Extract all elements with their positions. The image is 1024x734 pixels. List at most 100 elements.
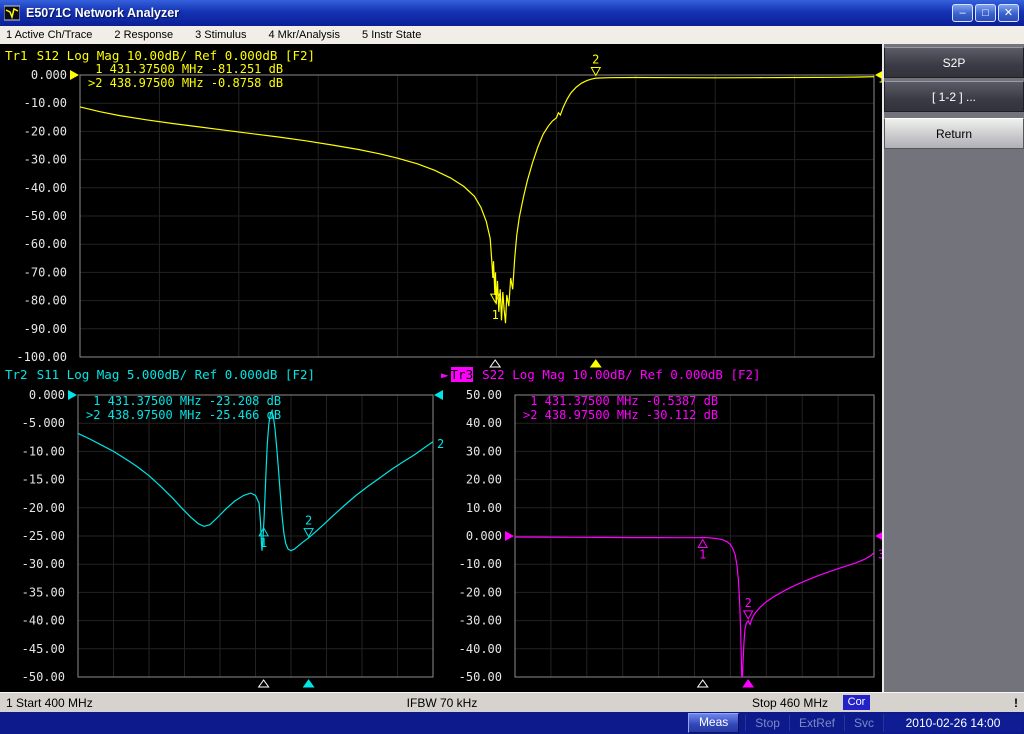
start-frequency-label: 1 Start 400 MHz: [6, 696, 93, 710]
y-tick-label: -70.00: [24, 265, 67, 279]
application-window: E5071C Network Analyzer – □ ✕ 1 Active C…: [0, 0, 1024, 734]
marker-1-number: 1: [260, 536, 267, 550]
ref-level-arrow-left: [70, 70, 79, 80]
stop-frequency-label: Stop 460 MHz: [752, 696, 828, 710]
marker-2-number: 2: [745, 596, 752, 610]
softkey-panel: S2P [ 1-2 ] ... Return: [884, 44, 1024, 692]
y-tick-label: -5.000: [22, 416, 65, 430]
instrument-taskbar: Meas Stop ExtRef Svc 2010-02-26 14:00: [0, 712, 1024, 734]
y-tick-label: -15.00: [22, 473, 65, 487]
titlebar: E5071C Network Analyzer – □ ✕: [0, 0, 1024, 26]
y-tick-label: -100.00: [16, 350, 67, 364]
marker-readout-line: >2 438.97500 MHz -25.466 dB: [86, 408, 281, 422]
extref-indicator: ExtRef: [789, 715, 844, 731]
tr3-plot[interactable]: 50.0040.0030.0020.0010.000.000-10.00-20.…: [515, 395, 874, 677]
softkey-1-2[interactable]: [ 1-2 ] ...: [884, 81, 1024, 112]
y-tick-label: -20.00: [24, 124, 67, 138]
y-tick-label: -25.00: [22, 529, 65, 543]
softkey-return[interactable]: Return: [884, 118, 1024, 149]
tr1-header: Tr1 S12 Log Mag 10.00dB/ Ref 0.000dB [F2…: [5, 48, 315, 63]
app-icon: [4, 5, 20, 21]
datetime-display: 2010-02-26 14:00: [883, 714, 1022, 732]
y-tick-label: -30.00: [22, 557, 65, 571]
marker-2-number: 2: [592, 52, 599, 66]
statusbar: 1 Start 400 MHz IFBW 70 kHz Stop 460 MHz…: [0, 692, 1024, 712]
y-tick-label: -40.00: [459, 642, 502, 656]
y-tick-label: 0.000: [466, 529, 502, 543]
window-title: E5071C Network Analyzer: [26, 6, 179, 20]
ifbw-label: IFBW 70 kHz: [407, 696, 478, 710]
marker-2-stimulus-arrow: [591, 360, 601, 367]
close-button[interactable]: ✕: [998, 4, 1019, 22]
y-tick-label: 0.000: [31, 68, 67, 82]
stop-indicator: Stop: [745, 715, 789, 731]
trace-number-label: 2: [437, 437, 444, 451]
marker-2-glyph: [744, 611, 753, 619]
menu-item-mkr-analysis[interactable]: 4 Mkr/Analysis: [268, 29, 340, 41]
tr2-header-trace: Tr2: [5, 367, 28, 382]
marker-2-glyph: [591, 67, 600, 75]
tr2-header-text: S11 Log Mag 5.000dB/ Ref 0.000dB [F2]: [37, 367, 315, 382]
y-tick-label: -90.00: [24, 322, 67, 336]
tr1-plot[interactable]: 0.000-10.00-20.00-30.00-40.00-50.00-60.0…: [80, 75, 874, 357]
y-tick-label: -80.00: [24, 294, 67, 308]
y-tick-label: -30.00: [24, 153, 67, 167]
y-tick-label: -10.00: [459, 557, 502, 571]
minimize-button[interactable]: –: [952, 4, 973, 22]
y-tick-label: -45.00: [22, 642, 65, 656]
marker-readout-line: 1 431.37500 MHz -23.208 dB: [86, 394, 281, 408]
y-tick-label: 40.00: [466, 416, 502, 430]
marker-readout-line: >2 438.97500 MHz -0.8758 dB: [88, 76, 283, 90]
y-tick-label: 10.00: [466, 501, 502, 515]
marker-1-stimulus-arrow: [698, 680, 708, 687]
ref-level-arrow-left: [505, 531, 514, 541]
y-tick-label: -30.00: [459, 614, 502, 628]
menu-item-instr-state[interactable]: 5 Instr State: [362, 29, 421, 41]
active-trace-arrow-icon: ►: [441, 367, 449, 382]
ref-level-arrow-right: [434, 390, 443, 400]
y-tick-label: -10.00: [22, 444, 65, 458]
menu-item-active-ch-trace[interactable]: 1 Active Ch/Trace: [6, 29, 92, 41]
window-controls: – □ ✕: [952, 4, 1019, 22]
svc-indicator: Svc: [844, 715, 883, 731]
tr3-header-trace: Tr3: [451, 367, 474, 382]
marker-readout-line: 1 431.37500 MHz -81.251 dB: [88, 62, 283, 76]
y-tick-label: 30.00: [466, 444, 502, 458]
marker-1-stimulus-arrow: [259, 680, 269, 687]
correction-badge: Cor: [843, 695, 870, 710]
menubar: 1 Active Ch/Trace 2 Response 3 Stimulus …: [0, 26, 1024, 44]
marker-2-stimulus-arrow: [743, 680, 753, 687]
marker-1-stimulus-arrow: [490, 360, 500, 367]
marker-2-stimulus-arrow: [304, 680, 314, 687]
tr3-header-text: S22 Log Mag 10.00dB/ Ref 0.000dB [F2]: [482, 367, 760, 382]
marker-readout-line: 1 431.37500 MHz -0.5387 dB: [523, 394, 718, 408]
alert-indicator[interactable]: !: [1014, 696, 1018, 710]
meas-indicator: Meas: [688, 713, 739, 733]
tr1-header-trace: Tr1: [5, 48, 28, 63]
maximize-button[interactable]: □: [975, 4, 996, 22]
tr3-header: ► Tr3 S22 Log Mag 10.00dB/ Ref 0.000dB […: [441, 367, 761, 382]
marker-2-number: 2: [305, 514, 312, 528]
y-tick-label: 0.000: [29, 388, 65, 402]
y-tick-label: -40.00: [24, 181, 67, 195]
marker-1-number: 1: [492, 308, 499, 322]
y-tick-label: -50.00: [459, 670, 502, 684]
menu-item-stimulus[interactable]: 3 Stimulus: [195, 29, 246, 41]
y-tick-label: -40.00: [22, 614, 65, 628]
menu-item-response[interactable]: 2 Response: [114, 29, 173, 41]
tr1-header-text: S12 Log Mag 10.00dB/ Ref 0.000dB [F2]: [37, 48, 315, 63]
y-tick-label: -50.00: [24, 209, 67, 223]
y-tick-label: 20.00: [466, 473, 502, 487]
marker-1-number: 1: [699, 548, 706, 562]
tr2-plot[interactable]: 0.000-5.000-10.00-15.00-20.00-25.00-30.0…: [78, 395, 433, 677]
y-tick-label: -50.00: [22, 670, 65, 684]
softkey-s2p[interactable]: S2P: [884, 47, 1024, 78]
y-tick-label: 50.00: [466, 388, 502, 402]
y-tick-label: -20.00: [22, 501, 65, 515]
ref-level-arrow-left: [68, 390, 77, 400]
analyzer-screen: Tr1 S12 Log Mag 10.00dB/ Ref 0.000dB [F2…: [0, 44, 882, 692]
tr2-header: Tr2 S11 Log Mag 5.000dB/ Ref 0.000dB [F2…: [5, 367, 315, 382]
y-tick-label: -35.00: [22, 585, 65, 599]
y-tick-label: -20.00: [459, 585, 502, 599]
y-tick-label: -60.00: [24, 237, 67, 251]
